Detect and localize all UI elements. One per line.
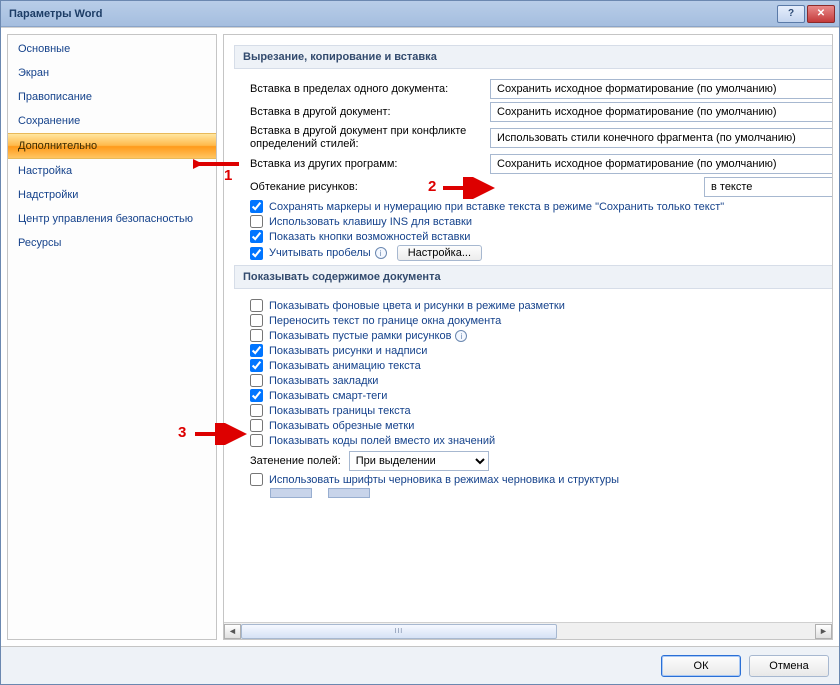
sidebar-item-general[interactable]: Основные: [8, 37, 216, 61]
scroll-remnant-2: [328, 488, 370, 498]
label-ins-key: Использовать клавишу INS для вставки: [269, 216, 472, 228]
cancel-button[interactable]: Отмена: [749, 655, 829, 677]
category-sidebar: Основные Экран Правописание Сохранение Д…: [7, 34, 217, 640]
help-button[interactable]: ?: [777, 5, 805, 23]
scroll-left-icon[interactable]: ◄: [224, 624, 241, 639]
info-icon: i: [455, 330, 467, 342]
combo-picture-wrap[interactable]: в тексте: [704, 177, 833, 197]
horizontal-scrollbar[interactable]: ◄ III ►: [224, 622, 832, 639]
sidebar-item-proofing[interactable]: Правописание: [8, 85, 216, 109]
check-text-anim[interactable]: [250, 359, 263, 372]
close-button[interactable]: ✕: [807, 5, 835, 23]
window-title: Параметры Word: [9, 8, 102, 20]
check-bookmarks[interactable]: [250, 374, 263, 387]
label-bg-colors: Показывать фоновые цвета и рисунки в реж…: [269, 300, 565, 312]
label-field-codes: Показывать коды полей вместо их значений: [269, 435, 495, 447]
label-keep-bullets: Сохранять маркеры и нумерацию при вставк…: [269, 201, 724, 213]
label-drawings: Показывать рисунки и надписи: [269, 345, 427, 357]
sidebar-item-display[interactable]: Экран: [8, 61, 216, 85]
sidebar-item-customize[interactable]: Настройка: [8, 159, 216, 183]
info-icon: i: [375, 247, 387, 259]
combo-paste-within[interactable]: Сохранить исходное форматирование (по ум…: [490, 79, 833, 99]
scroll-right-icon[interactable]: ►: [815, 624, 832, 639]
word-options-dialog: Параметры Word ? ✕ Основные Экран Правоп…: [0, 0, 840, 685]
ok-button[interactable]: ОК: [661, 655, 741, 677]
label-picture-wrap: Обтекание рисунков:: [250, 181, 490, 193]
options-panel: Вырезание, копирование и вставка Вставка…: [223, 34, 833, 640]
label-wrap-window: Переносить текст по границе окна докумен…: [269, 315, 501, 327]
label-paste-options: Показать кнопки возможностей вставки: [269, 231, 470, 243]
sidebar-item-resources[interactable]: Ресурсы: [8, 231, 216, 255]
label-text-bounds: Показывать границы текста: [269, 405, 411, 417]
label-smart-paste: Учитывать пробелы: [269, 247, 371, 259]
scroll-remnant-1: [270, 488, 312, 498]
sidebar-item-trust[interactable]: Центр управления безопасностью: [8, 207, 216, 231]
sidebar-item-advanced[interactable]: Дополнительно: [8, 133, 216, 159]
label-paste-other: Вставка в другой документ:: [250, 106, 490, 118]
check-text-bounds[interactable]: [250, 404, 263, 417]
check-bg-colors[interactable]: [250, 299, 263, 312]
sidebar-item-addins[interactable]: Надстройки: [8, 183, 216, 207]
label-paste-conflict: Вставка в другой документ при конфликте …: [250, 125, 490, 151]
label-smart-tags: Показывать смарт-теги: [269, 390, 387, 402]
label-text-anim: Показывать анимацию текста: [269, 360, 421, 372]
check-keep-bullets[interactable]: [250, 200, 263, 213]
check-drawings[interactable]: [250, 344, 263, 357]
check-wrap-window[interactable]: [250, 314, 263, 327]
settings-button-smart-paste[interactable]: Настройка...: [397, 245, 482, 261]
check-field-codes[interactable]: [250, 434, 263, 447]
label-paste-within: Вставка в пределах одного документа:: [250, 83, 490, 95]
sidebar-item-save[interactable]: Сохранение: [8, 109, 216, 133]
dialog-button-bar: ОК Отмена: [1, 646, 839, 684]
check-crop-marks[interactable]: [250, 419, 263, 432]
combo-paste-programs[interactable]: Сохранить исходное форматирование (по ум…: [490, 154, 833, 174]
combo-field-shading[interactable]: При выделении: [349, 451, 489, 471]
check-smart-paste[interactable]: [250, 247, 263, 260]
scroll-thumb[interactable]: III: [241, 624, 557, 639]
titlebar: Параметры Word ? ✕: [1, 1, 839, 27]
check-ins-key[interactable]: [250, 215, 263, 228]
section-cut-copy-paste: Вырезание, копирование и вставка: [234, 45, 833, 69]
label-draft-font: Использовать шрифты черновика в режимах …: [269, 474, 619, 486]
label-crop-marks: Показывать обрезные метки: [269, 420, 414, 432]
check-draft-font[interactable]: [250, 473, 263, 486]
label-bookmarks: Показывать закладки: [269, 375, 378, 387]
combo-paste-conflict[interactable]: Использовать стили конечного фрагмента (…: [490, 128, 833, 148]
combo-paste-other[interactable]: Сохранить исходное форматирование (по ум…: [490, 102, 833, 122]
label-placeholders: Показывать пустые рамки рисунков: [269, 330, 451, 342]
label-paste-programs: Вставка из других программ:: [250, 158, 490, 170]
label-field-shading: Затенение полей:: [250, 455, 341, 467]
check-placeholders[interactable]: [250, 329, 263, 342]
check-smart-tags[interactable]: [250, 389, 263, 402]
section-show-content: Показывать содержимое документа: [234, 265, 833, 289]
check-paste-options[interactable]: [250, 230, 263, 243]
